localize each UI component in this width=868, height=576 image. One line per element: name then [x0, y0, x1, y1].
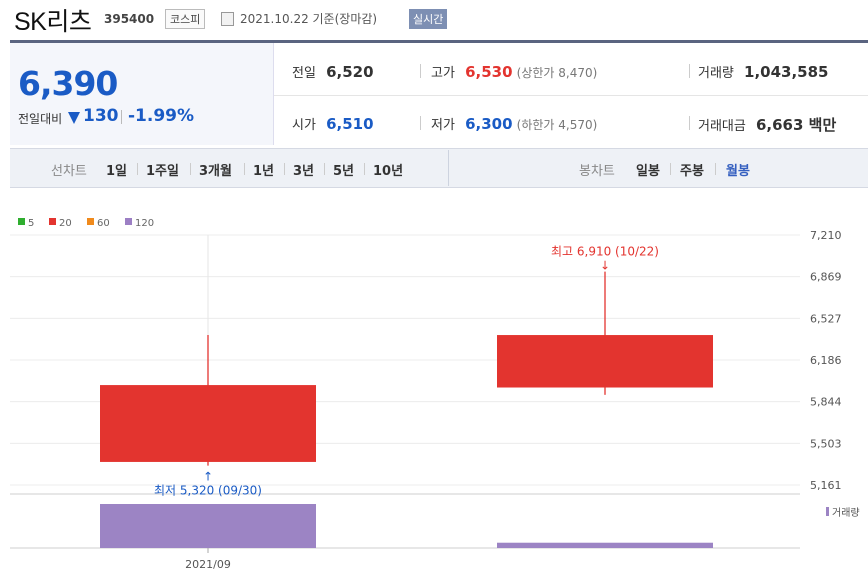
candle-body [100, 385, 316, 462]
quote-volume: 거래량 1,043,585 [698, 62, 829, 81]
tab-1d[interactable]: 1일 [106, 160, 127, 179]
quote-label: 고가 [431, 66, 455, 81]
upper-limit: (상한가 8,470) [516, 66, 598, 80]
lower-limit: (하한가 4,570) [516, 118, 598, 132]
stock-code: 395400 [104, 12, 155, 26]
market-badge: 코스피 [165, 9, 206, 29]
quote-value: 6,510 [326, 115, 374, 133]
y-tick-label: 6,186 [810, 354, 842, 367]
min-annotation: 최저 5,320 (09/30) [154, 484, 262, 498]
tab-3m[interactable]: 3개월 [199, 160, 232, 179]
max-arrow-icon: ↓ [600, 259, 610, 273]
base-date: 2021.10.22 기준(장마감) [240, 12, 378, 26]
candle-chart-label: 봉차트 [579, 164, 615, 179]
tab-1y[interactable]: 1년 [253, 160, 274, 179]
y-tick-label: 7,210 [810, 229, 842, 242]
candlestick-chart: 5 20 60 120 7,210 6,869 6,527 6,186 5,844 5,503 5… [10, 218, 860, 571]
divider [689, 116, 690, 130]
x-tick-label: 2021/09 [185, 558, 231, 571]
divider [420, 116, 421, 130]
quote-value: 6,663 백만 [755, 116, 837, 134]
stock-header: SK리츠 395400 코스피 2021.10.22 기준(장마감) 실시간 [0, 0, 868, 38]
quote-value: 6,530 [465, 63, 513, 81]
divider [137, 163, 138, 175]
divider [324, 163, 325, 175]
divider [284, 163, 285, 175]
legend-label: 20 [59, 218, 72, 229]
divider [190, 163, 191, 175]
divider [121, 110, 122, 124]
divider [689, 64, 690, 78]
tab-weekly[interactable]: 주봉 [680, 160, 704, 179]
quote-value: 6,520 [326, 63, 374, 81]
candle-body [497, 335, 713, 388]
divider [244, 163, 245, 175]
volume-bars: 거래량 [100, 504, 860, 548]
price-change: 130 [83, 106, 119, 126]
quote-label: 저가 [431, 118, 455, 133]
quote-value: 6,300 [465, 115, 513, 133]
tab-3y[interactable]: 3년 [293, 160, 314, 179]
legend-swatch [18, 218, 25, 225]
quote-prev: 전일 6,520 [292, 62, 374, 81]
ma-legend: 5 20 60 120 [18, 218, 154, 229]
y-tick-label: 6,869 [810, 271, 842, 284]
quote-label: 거래량 [698, 66, 734, 81]
legend-label: 120 [135, 218, 154, 229]
legend-swatch [49, 218, 56, 225]
stock-name: SK리츠 [14, 8, 92, 36]
y-tick-label: 6,527 [810, 312, 842, 325]
min-arrow-icon: ↑ [203, 470, 213, 484]
tab-5y[interactable]: 5년 [333, 160, 354, 179]
y-axis: 7,210 6,869 6,527 6,186 5,844 5,503 5,161 [810, 229, 842, 492]
quote-low: 저가 6,300 (하한가 4,570) [431, 114, 597, 133]
divider [274, 95, 868, 96]
y-tick-label: 5,503 [810, 437, 842, 450]
divider [670, 163, 671, 175]
tab-10y[interactable]: 10년 [373, 160, 403, 179]
legend-swatch [125, 218, 132, 225]
price-change-pct: -1.99% [128, 106, 195, 126]
x-axis: 2021/09 [185, 548, 231, 571]
realtime-button[interactable]: 실시간 [409, 9, 448, 29]
compare-label: 전일대비 [18, 112, 63, 126]
y-tick-label: 5,161 [810, 479, 842, 492]
tab-daily[interactable]: 일봉 [636, 160, 660, 179]
legend-swatch [87, 218, 94, 225]
volume-legend-swatch [826, 507, 829, 516]
tab-monthly[interactable]: 월봉 [726, 160, 750, 179]
quote-amount: 거래대금 6,663 백만 [698, 114, 836, 135]
divider [364, 163, 365, 175]
max-annotation: 최고 6,910 (10/22) [551, 245, 659, 259]
divider [420, 64, 421, 78]
volume-bar [497, 542, 713, 548]
candles [100, 271, 713, 466]
quote-high: 고가 6,530 (상한가 8,470) [431, 62, 597, 81]
divider [448, 150, 449, 186]
quote-open: 시가 6,510 [292, 114, 374, 133]
calendar-icon [221, 12, 234, 26]
tab-1w[interactable]: 1주일 [146, 160, 179, 179]
divider [715, 163, 716, 175]
quote-label: 전일 [292, 66, 316, 81]
quote-value: 1,043,585 [744, 63, 829, 81]
legend-label: 5 [28, 218, 34, 229]
quote-label: 거래대금 [698, 119, 746, 134]
quote-label: 시가 [292, 118, 316, 133]
volume-bar [100, 504, 316, 548]
down-arrow-icon [68, 112, 80, 124]
current-price: 6,390 [18, 64, 118, 103]
y-tick-label: 5,844 [810, 396, 842, 409]
volume-label: 거래량 [832, 507, 860, 519]
line-chart-label: 선차트 [51, 164, 87, 179]
legend-label: 60 [97, 218, 110, 229]
